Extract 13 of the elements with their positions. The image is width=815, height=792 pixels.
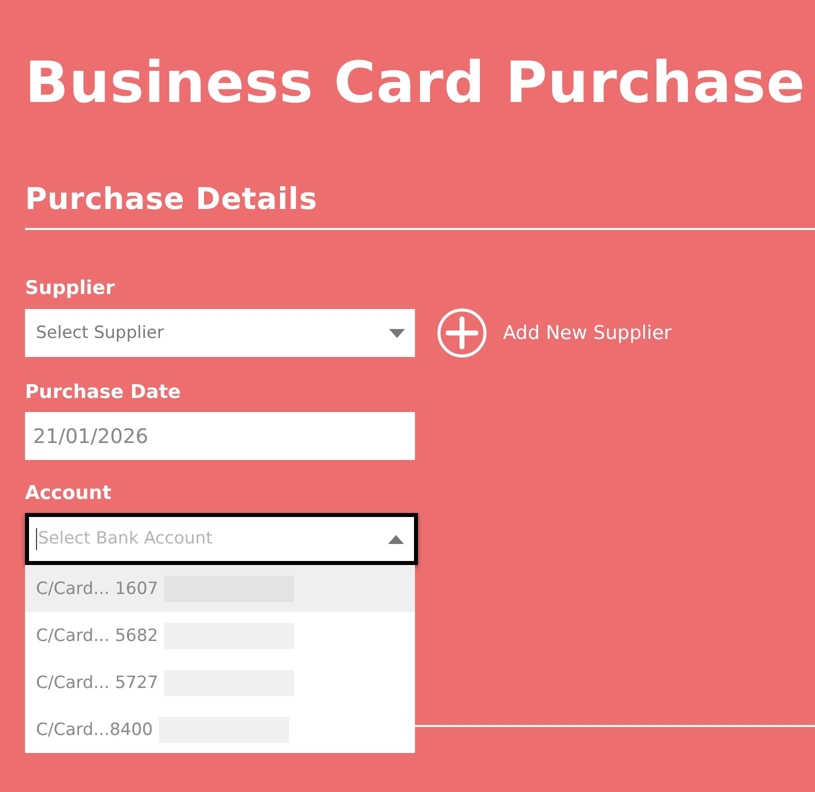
date-input[interactable]: 21/01/2026 (25, 412, 415, 460)
supplier-select[interactable]: Select Supplier (25, 309, 415, 357)
add-supplier-button[interactable]: Add New Supplier (437, 308, 672, 358)
section-title: Purchase Details (25, 181, 318, 219)
page-title: Business Card Purchase (25, 49, 806, 118)
account-select[interactable]: Select Bank Account (25, 513, 418, 565)
dropdown-arrow-icon (388, 534, 404, 544)
dropdown-option[interactable]: C/Card... 1607 (25, 565, 415, 612)
dropdown-arrow-icon (389, 328, 405, 338)
plus-circle-icon (437, 308, 487, 358)
field-label: Supplier (25, 276, 116, 300)
field-label: Purchase Date (25, 380, 182, 404)
field-label: Account (25, 481, 112, 505)
